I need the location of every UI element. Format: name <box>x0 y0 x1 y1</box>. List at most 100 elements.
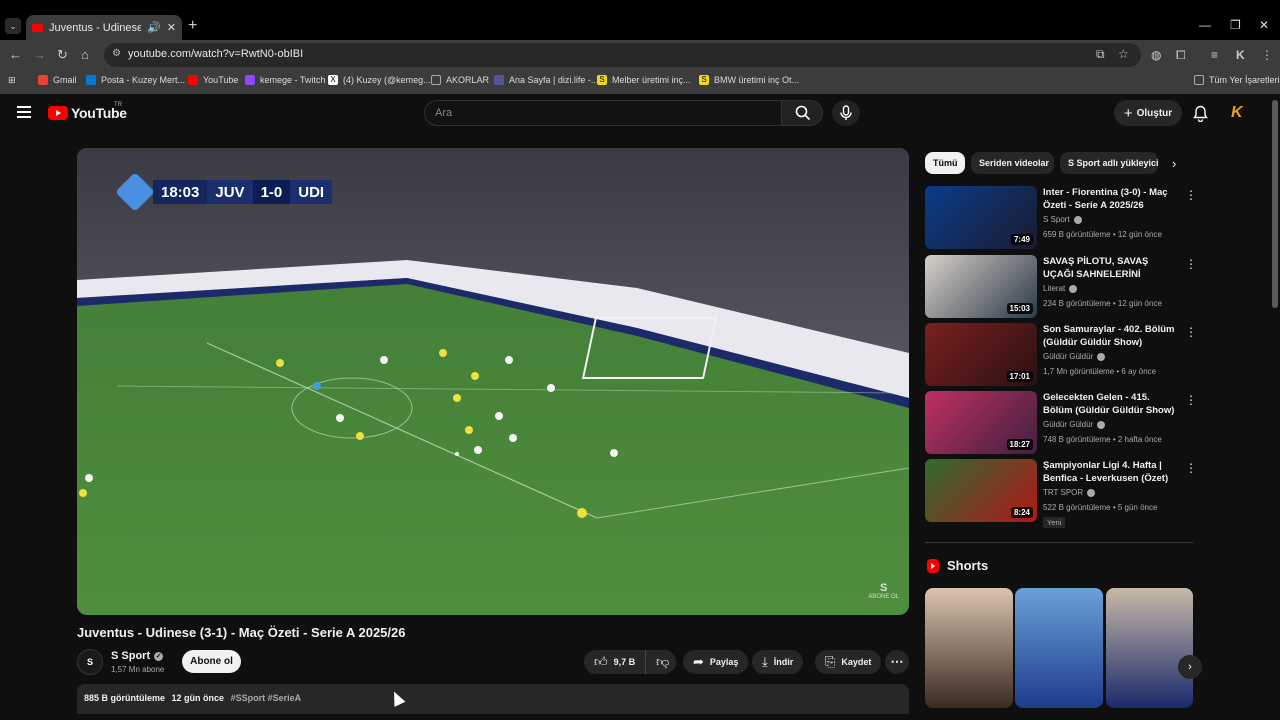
browser-tab[interactable]: Juventus - Udinese (3-1) - M 🔊 ✕ <box>26 15 182 40</box>
recommended-channel[interactable]: TRT SPOR <box>1043 488 1096 497</box>
chevron-right-icon[interactable]: › <box>1172 156 1176 171</box>
youtube-logo[interactable]: YouTube TR <box>48 102 127 121</box>
hashtags[interactable]: #SSport #SerieA <box>231 693 302 703</box>
forward-icon[interactable]: → <box>33 47 46 62</box>
recommended-channel-name: Güldür Güldür <box>1043 352 1094 361</box>
folder-icon <box>1194 75 1204 85</box>
bookmark-star-icon[interactable]: ☆ <box>1118 47 1129 61</box>
address-bar[interactable]: ⚙ youtube.com/watch?v=RwtN0-obIBI ⧉ ☆ <box>104 43 1141 67</box>
video-thumbnail[interactable]: 17:01 <box>925 323 1037 386</box>
view-count: 885 B görüntüleme <box>84 693 166 703</box>
bookmark-bmw[interactable]: S BMW üretimi inç Ot... <box>699 75 799 85</box>
download-icon: ⤓ <box>762 654 768 669</box>
recommended-title[interactable]: Gelecekten Gelen - 415. Bölüm (Güldür Gü… <box>1043 391 1178 417</box>
restore-icon[interactable]: ❐ <box>1230 18 1241 32</box>
youtube-icon <box>188 75 198 85</box>
bookmark-gmail[interactable]: Gmail <box>38 75 77 85</box>
page-scrollbar[interactable] <box>1270 94 1280 710</box>
recommended-title[interactable]: SAVAŞ PİLOTU, SAVAŞ UÇAĞI SAHNELERİNİ İZ… <box>1043 255 1178 281</box>
account-avatar[interactable]: K <box>1231 104 1243 122</box>
tab-search-icon[interactable]: ⌄ <box>5 18 21 34</box>
short-thumbnail[interactable] <box>1106 588 1193 708</box>
bookmark-dizi[interactable]: Ana Sayfa | dizi.life -... <box>494 75 598 85</box>
recommended-title[interactable]: Inter - Fiorentina (3-0) - Maç Özeti - S… <box>1043 186 1178 212</box>
close-window-icon[interactable]: ✕ <box>1259 18 1269 32</box>
save-button[interactable]: ⎘ Kaydet <box>815 650 882 674</box>
reload-icon[interactable]: ↻ <box>57 47 68 63</box>
chip-series[interactable]: Seriden videolar <box>971 152 1054 174</box>
video-duration: 7:49 <box>1010 234 1033 245</box>
recommended-channel[interactable]: Güldür Güldür <box>1043 352 1106 361</box>
search-icon <box>795 105 811 121</box>
video-player[interactable]: 18:03 JUV 1-0 UDI S ABONE OL <box>77 148 909 615</box>
bookmark-posta[interactable]: Posta - Kuzey Mert... <box>86 75 185 85</box>
back-icon[interactable]: ← <box>9 47 22 62</box>
description-box[interactable]: 885 B görüntüleme 12 gün önce #SSport #S… <box>77 684 909 714</box>
recommended-video[interactable]: 7:49 Inter - Fiorentina (3-0) - Maç Özeti… <box>925 186 1197 249</box>
home-icon[interactable]: ⌂ <box>81 47 89 62</box>
bookmark-label: kemege - Twitch <box>260 75 326 85</box>
recommended-channel[interactable]: Literat <box>1043 284 1078 293</box>
recommended-title[interactable]: Son Samuraylar - 402. Bölüm (Güldür Güld… <box>1043 323 1178 349</box>
bookmark-melber[interactable]: S Melber üretimi inç... <box>597 75 691 85</box>
bookmark-x[interactable]: X (4) Kuzey (@kemeg... <box>328 75 431 85</box>
recommended-video[interactable]: 15:03 SAVAŞ PİLOTU, SAVAŞ UÇAĞI SAHNELERİ… <box>925 255 1197 318</box>
short-thumbnail[interactable] <box>925 588 1013 708</box>
more-actions-icon[interactable]: ⋯ <box>885 650 909 674</box>
speaker-icon[interactable]: 🔊 <box>147 21 161 34</box>
channel-avatar[interactable]: S <box>77 649 103 675</box>
chip-label: Tümü <box>933 158 958 168</box>
video-thumbnail[interactable]: 8:24 <box>925 459 1037 522</box>
recommended-video[interactable]: 17:01 Son Samuraylar - 402. Bölüm (Güldür… <box>925 323 1197 386</box>
video-thumbnail[interactable]: 18:27 <box>925 391 1037 454</box>
close-tab-icon[interactable]: ✕ <box>167 21 176 34</box>
download-button[interactable]: ⤓ İndir <box>752 650 804 674</box>
more-options-icon[interactable]: ⋮ <box>1185 188 1197 202</box>
browser-menu-icon[interactable]: ⋮ <box>1261 48 1273 62</box>
shorts-next-icon[interactable]: › <box>1178 655 1202 679</box>
more-options-icon[interactable]: ⋮ <box>1185 393 1197 407</box>
chip-all[interactable]: Tümü <box>925 152 965 174</box>
minimize-icon[interactable]: — <box>1199 18 1211 32</box>
recommended-channel[interactable]: Güldür Güldür <box>1043 420 1106 429</box>
scrollbar-thumb[interactable] <box>1272 100 1278 308</box>
more-options-icon[interactable]: ⋮ <box>1185 325 1197 339</box>
search-input[interactable]: Ara <box>424 100 782 126</box>
all-bookmarks[interactable]: Tüm Yer İşaretleri <box>1194 75 1280 85</box>
chip-uploader[interactable]: S Sport adlı yükleyici <box>1060 152 1158 174</box>
search-button[interactable] <box>781 100 823 126</box>
profile-icon[interactable]: K <box>1236 48 1245 62</box>
video-thumbnail[interactable]: 7:49 <box>925 186 1037 249</box>
like-button[interactable]: 👍︎ 9,7 B <box>584 650 647 674</box>
extensions-puzzle-icon[interactable]: ⧠ <box>1176 48 1186 63</box>
recommended-video[interactable]: 18:27 Gelecekten Gelen - 415. Bölüm (Güld… <box>925 391 1197 454</box>
apps-icon[interactable]: ⊞ <box>8 75 16 86</box>
more-options-icon[interactable]: ⋮ <box>1185 461 1197 475</box>
install-app-icon[interactable]: ⧉ <box>1096 47 1105 62</box>
create-button[interactable]: + Oluştur <box>1114 100 1182 126</box>
notifications-bell-icon[interactable] <box>1193 105 1208 122</box>
extension-icon[interactable]: ◍ <box>1151 48 1161 62</box>
dislike-button[interactable]: 👎︎ <box>646 654 679 670</box>
voice-search-button[interactable] <box>832 100 860 126</box>
recommended-video[interactable]: 8:24 Şampiyonlar Ligi 4. Hafta | Benfica … <box>925 459 1197 528</box>
shorts-icon <box>927 558 939 573</box>
subscribe-button[interactable]: Abone ol <box>182 650 241 673</box>
subscribe-watermark[interactable]: S ABONE OL <box>868 582 899 601</box>
media-control-icon[interactable]: ≡ <box>1211 48 1218 62</box>
bookmark-youtube[interactable]: YouTube <box>188 75 238 85</box>
hamburger-menu-icon[interactable] <box>17 106 31 121</box>
more-options-icon[interactable]: ⋮ <box>1185 257 1197 271</box>
new-tab-icon[interactable]: + <box>188 17 197 35</box>
channel-name[interactable]: S Sport ✓ <box>111 650 164 662</box>
recommended-channel[interactable]: S Sport <box>1043 215 1082 224</box>
recommended-title[interactable]: Şampiyonlar Ligi 4. Hafta | Benfica - Le… <box>1043 459 1178 485</box>
match-time: 18:03 <box>153 180 208 204</box>
chip-label: S Sport adlı yükleyici <box>1068 158 1158 168</box>
short-thumbnail[interactable] <box>1015 588 1103 708</box>
bookmark-akorlar[interactable]: AKORLAR <box>431 75 489 85</box>
video-thumbnail[interactable]: 15:03 <box>925 255 1037 318</box>
share-button[interactable]: ➦ Paylaş <box>683 650 749 674</box>
bookmark-twitch[interactable]: kemege - Twitch <box>245 75 325 85</box>
site-info-icon[interactable]: ⚙ <box>112 48 121 59</box>
